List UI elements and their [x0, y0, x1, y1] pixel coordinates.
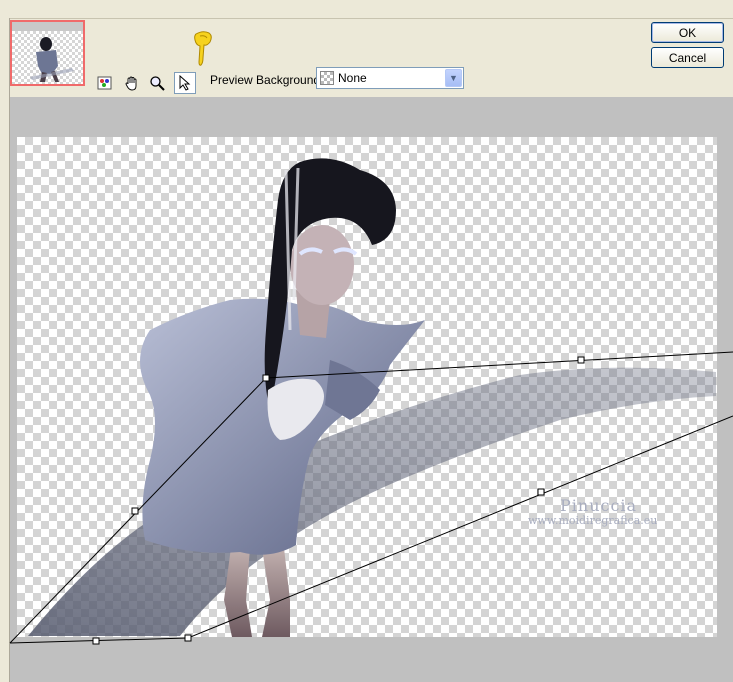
palette-icon	[97, 76, 112, 90]
ok-button[interactable]: OK	[651, 22, 724, 43]
background-swatch	[320, 71, 334, 85]
zoom-tool-button[interactable]	[146, 72, 168, 94]
watermark-url: www.moidiregrafica.eu	[528, 514, 658, 527]
preview-background-select[interactable]: None ▼	[316, 67, 464, 89]
chevron-down-icon[interactable]: ▼	[445, 69, 462, 87]
magnifier-icon	[150, 76, 165, 91]
watermark-signature: Pinuccia	[560, 496, 638, 515]
pan-tool-button[interactable]	[121, 72, 143, 94]
thumbnail-figure	[30, 37, 74, 82]
preview-background-value: None	[338, 71, 367, 85]
arrow-pointer-icon	[179, 75, 191, 91]
preview-background-label: Preview Background:	[210, 73, 324, 87]
navigator-tool-button[interactable]	[94, 72, 116, 94]
cancel-button[interactable]: Cancel	[651, 47, 724, 68]
preview-canvas[interactable]	[17, 137, 717, 637]
navigator-thumbnail[interactable]	[10, 20, 85, 86]
pointing-hand-icon	[194, 31, 212, 66]
dialog-left-edge	[0, 18, 10, 682]
dialog-top-strip	[0, 0, 733, 19]
hand-icon	[125, 76, 137, 91]
arrow-tool-button[interactable]	[174, 72, 196, 94]
